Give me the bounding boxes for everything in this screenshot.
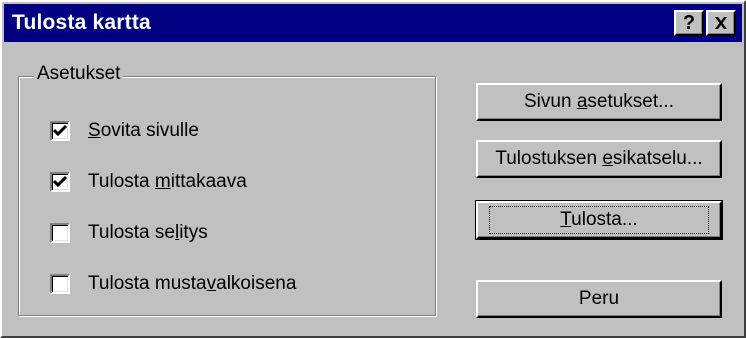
fit-to-page-checkbox[interactable]: [50, 121, 70, 141]
print-black-white-label: Tulosta mustavalkoisena: [88, 273, 297, 294]
help-button[interactable]: ?: [674, 10, 704, 36]
checkmark-icon: [53, 125, 67, 137]
checkmark-icon: [53, 176, 67, 188]
help-icon: ?: [682, 11, 696, 34]
close-button[interactable]: [706, 10, 736, 36]
print-legend-option[interactable]: Tulosta selitys: [50, 221, 208, 245]
fit-to-page-option[interactable]: Sovita sivulle: [50, 119, 199, 143]
print-black-white-checkbox[interactable]: [50, 274, 70, 294]
cancel-button[interactable]: Peru: [476, 280, 722, 318]
print-legend-label: Tulosta selitys: [88, 222, 208, 243]
settings-group-label: Asetukset: [34, 63, 124, 85]
print-scale-checkbox[interactable]: [50, 172, 70, 192]
print-map-dialog: Tulosta kartta ? Asetukset Sovita sivull…: [0, 0, 746, 338]
page-setup-label: Sivun asetukset...: [524, 91, 674, 112]
print-black-white-option[interactable]: Tulosta mustavalkoisena: [50, 272, 296, 296]
cancel-label: Peru: [578, 288, 620, 309]
print-scale-option[interactable]: Tulosta mittakaava: [50, 170, 247, 194]
print-button[interactable]: Tulosta...: [475, 200, 723, 240]
title-bar[interactable]: Tulosta kartta ?: [4, 4, 742, 42]
print-legend-checkbox[interactable]: [50, 223, 70, 243]
print-preview-button[interactable]: Tulostuksen esikatselu...: [476, 140, 722, 178]
print-preview-label: Tulostuksen esikatselu...: [495, 148, 703, 169]
fit-to-page-label: Sovita sivulle: [88, 120, 199, 141]
print-label: Tulosta...: [489, 206, 709, 234]
page-setup-button[interactable]: Sivun asetukset...: [476, 83, 722, 121]
print-scale-label: Tulosta mittakaava: [88, 171, 247, 192]
dialog-title: Tulosta kartta: [12, 11, 151, 34]
close-icon: [715, 17, 727, 29]
